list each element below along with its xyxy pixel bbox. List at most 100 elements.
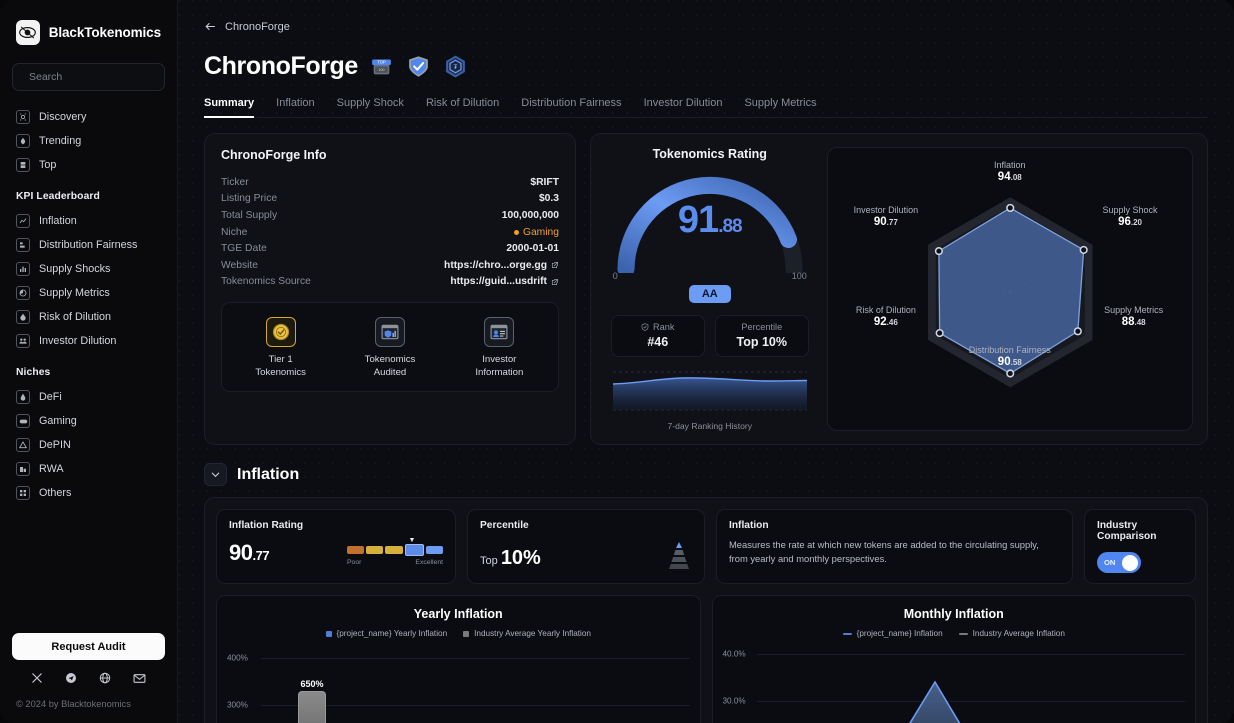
- brand[interactable]: BlackTokenomics: [12, 14, 165, 45]
- description-title: Inflation: [729, 520, 769, 531]
- niche-label: Gaming: [522, 226, 559, 238]
- tab-investor-dilution[interactable]: Investor Dilution: [644, 97, 723, 117]
- description-text: Measures the rate at which new tokens ar…: [729, 539, 1039, 564]
- sidebar-item-depin[interactable]: DePIN: [12, 433, 165, 457]
- verified-hex-badge-icon[interactable]: ₮: [443, 54, 469, 80]
- defi-icon: [16, 390, 30, 404]
- sidebar-item-rwa[interactable]: RWA: [12, 457, 165, 481]
- audited-shield-badge-icon[interactable]: [406, 54, 432, 80]
- scale-seg-fair: [366, 546, 384, 554]
- badge-tokenomics-audited[interactable]: Tokenomics Audited: [335, 317, 444, 379]
- radar-label-risk-of-dilution: Risk of Dilution 92.46: [855, 305, 916, 328]
- info-value-link-wrap[interactable]: https://guid...usdrift: [450, 276, 559, 287]
- badge-tier-1-tokenomics[interactable]: Tier 1 Tokenomics: [226, 317, 335, 379]
- sparkline-caption: 7-day Ranking History: [667, 421, 753, 431]
- top-icon: [16, 158, 30, 172]
- achievement-badges-panel: Tier 1 Tokenomics Tokenomics Audited Inv…: [221, 302, 559, 393]
- info-value-link-wrap[interactable]: https://chro...orge.gg: [444, 260, 559, 271]
- sidebar-item-defi[interactable]: DeFi: [12, 385, 165, 409]
- legend-label: {project_name} Inflation: [856, 629, 943, 638]
- yearly-chart-legend: {project_name} Yearly Inflation Industry…: [227, 629, 690, 638]
- sidebar-item-supply-shocks[interactable]: Supply Shocks: [12, 257, 165, 281]
- x-icon[interactable]: [31, 672, 43, 685]
- info-value-niche: Gaming: [513, 226, 559, 238]
- search-input[interactable]: [29, 71, 164, 83]
- percentile-stat: Percentile Top 10%: [714, 315, 809, 357]
- sidebar-item-inflation[interactable]: Inflation: [12, 209, 165, 233]
- rank-label-wrap: Rank: [616, 322, 700, 332]
- summary-cards-row: ChronoForge Info Ticker $RIFT Listing Pr…: [204, 133, 1208, 445]
- kpi-leaderboard-title: KPI Leaderboard: [16, 191, 100, 202]
- radar-label-investor-dilution: Investor Dilution 90.77: [853, 205, 919, 228]
- rating-stats: Rank #46 Percentile Top 10%: [610, 315, 809, 357]
- sidebar-item-investor-dilution[interactable]: Investor Dilution: [12, 329, 165, 353]
- info-row: Total Supply 100,000,000: [221, 207, 559, 224]
- sidebar-item-label: Supply Metrics: [39, 287, 110, 299]
- info-key: Website: [221, 259, 259, 271]
- tab-summary[interactable]: Summary: [204, 97, 255, 118]
- search-box[interactable]: [12, 63, 165, 91]
- sidebar-item-supply-metrics[interactable]: Supply Metrics: [12, 281, 165, 305]
- chevron-down-icon: [211, 472, 220, 478]
- legend-item: Industry Average Inflation: [958, 629, 1065, 638]
- bar-grey[interactable]: 650%: [298, 679, 326, 723]
- top-100-badge-icon[interactable]: TOP 100: [369, 54, 395, 80]
- tokenomics-radar-chart: Inflation 94.08 Supply Shock 96.20 Suppl…: [826, 147, 1193, 431]
- page-title: ChronoForge: [204, 52, 358, 80]
- tab-risk-of-dilution[interactable]: Risk of Dilution: [426, 97, 499, 117]
- risk-of-dilution-icon: [16, 310, 30, 324]
- badge-investor-information[interactable]: Investor Information: [445, 317, 554, 379]
- sidebar-item-trending[interactable]: Trending: [12, 129, 165, 153]
- info-row-website: Website https://chro...orge.gg: [221, 257, 559, 274]
- radar-label-supply-shock: Supply Shock 96.20: [1102, 205, 1158, 228]
- tier1-seal-icon: [265, 317, 296, 348]
- mail-icon[interactable]: [133, 672, 146, 685]
- sidebar-item-label: DePIN: [39, 439, 71, 451]
- legend-label: Industry Average Yearly Inflation: [474, 629, 591, 638]
- info-row-niche: Niche Gaming: [221, 224, 559, 241]
- scale-low-label: Poor: [347, 559, 362, 566]
- social-links: [12, 672, 165, 685]
- info-row: Ticker $RIFT: [221, 174, 559, 191]
- sidebar-item-label: Trending: [39, 135, 82, 147]
- discovery-icon: [16, 110, 30, 124]
- tab-inflation[interactable]: Inflation: [276, 97, 315, 117]
- inflation-panel: Inflation Rating 90.77 ▼ Poor Excellent …: [204, 497, 1208, 723]
- tab-distribution-fairness[interactable]: Distribution Fairness: [521, 97, 621, 117]
- website-link[interactable]: https://chro...orge.gg: [444, 260, 547, 271]
- sidebar-item-label: DeFi: [39, 391, 62, 403]
- external-link-icon: [551, 278, 559, 286]
- request-audit-button[interactable]: Request Audit: [12, 633, 165, 660]
- industry-comparison-toggle[interactable]: ON: [1097, 552, 1141, 573]
- inflation-rating-card: Inflation Rating 90.77 ▼ Poor Excellent: [216, 509, 456, 584]
- globe-icon[interactable]: [99, 672, 111, 685]
- sidebar-item-discovery[interactable]: Discovery: [12, 105, 165, 129]
- depin-icon: [16, 438, 30, 452]
- sidebar-item-distribution-fairness[interactable]: Distribution Fairness: [12, 233, 165, 257]
- gauge-score-dec: .88: [718, 216, 742, 237]
- sidebar-item-others[interactable]: Others: [12, 481, 165, 505]
- sidebar-item-gaming[interactable]: Gaming: [12, 409, 165, 433]
- sidebar: BlackTokenomics Discovery Trending Top K…: [0, 0, 178, 723]
- y-tick: 30.0%: [722, 696, 746, 706]
- collapse-inflation-button[interactable]: [204, 463, 227, 486]
- legend-line: [842, 632, 852, 635]
- breadcrumb[interactable]: ChronoForge: [204, 0, 290, 33]
- industry-comparison-card: Industry Comparison ON: [1084, 509, 1196, 584]
- telegram-icon[interactable]: [65, 672, 77, 685]
- sidebar-item-top[interactable]: Top: [12, 153, 165, 177]
- tab-supply-shock[interactable]: Supply Shock: [337, 97, 404, 117]
- inflation-charts-row: Yearly Inflation {project_name} Yearly I…: [216, 595, 1196, 723]
- gauge-score: 91.88: [612, 199, 808, 242]
- y-tick: 400%: [227, 653, 248, 663]
- info-value: $0.3: [538, 193, 559, 205]
- tab-supply-metrics[interactable]: Supply Metrics: [744, 97, 816, 117]
- app-window: BlackTokenomics Discovery Trending Top K…: [0, 0, 1234, 723]
- gauge-range: 0 100: [612, 271, 808, 284]
- sidebar-item-label: Investor Dilution: [39, 335, 117, 347]
- investor-dilution-icon: [16, 334, 30, 348]
- yearly-inflation-chart: Yearly Inflation {project_name} Yearly I…: [216, 595, 701, 723]
- tokenomics-source-link[interactable]: https://guid...usdrift: [450, 276, 547, 287]
- sidebar-item-risk-of-dilution[interactable]: Risk of Dilution: [12, 305, 165, 329]
